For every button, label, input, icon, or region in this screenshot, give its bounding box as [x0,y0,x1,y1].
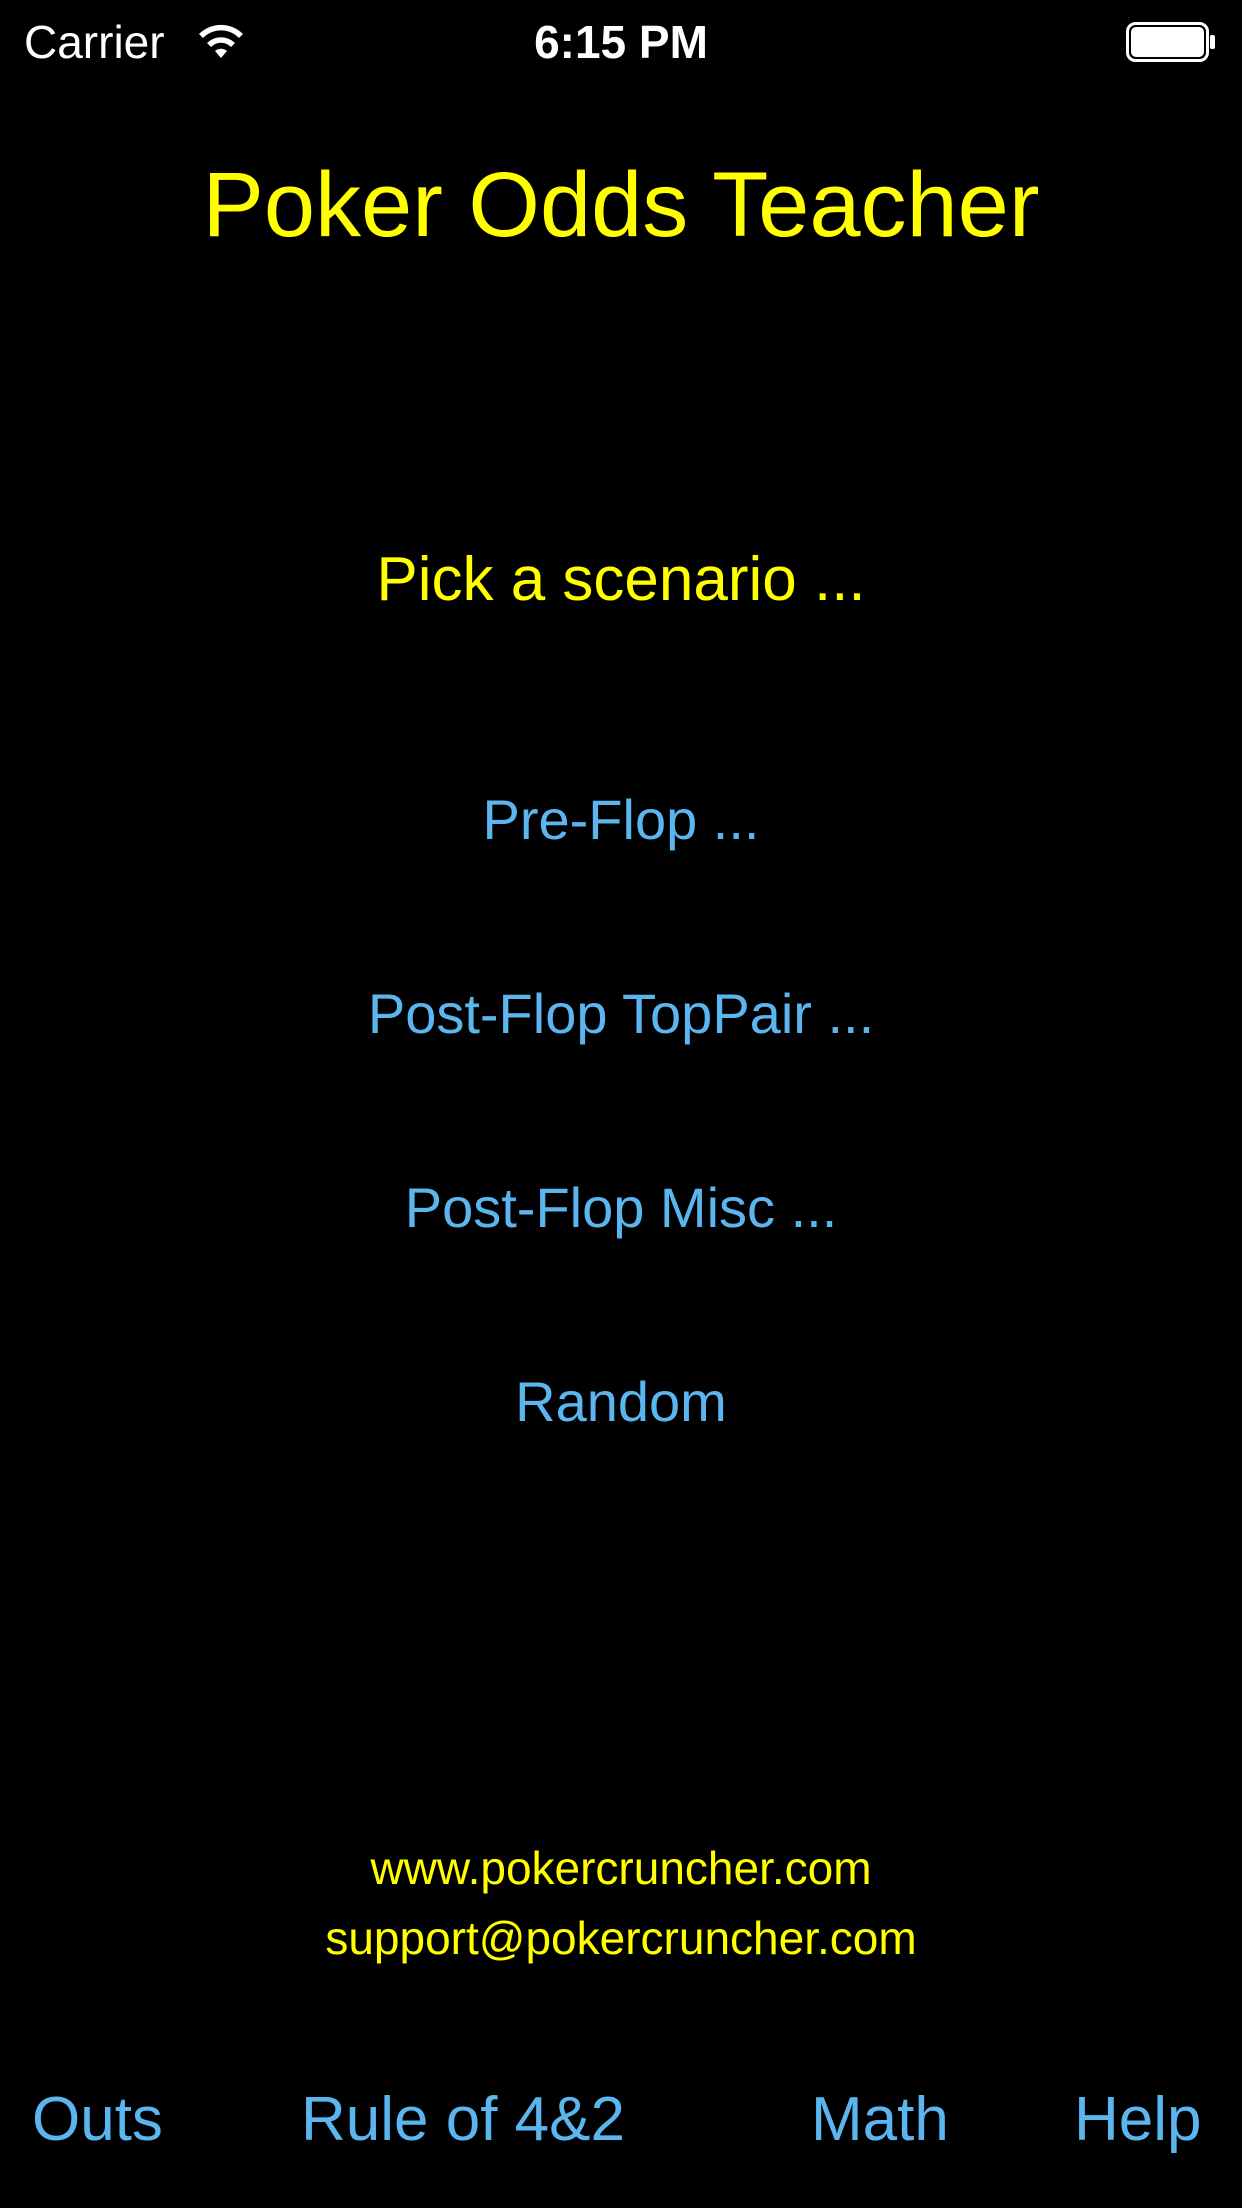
website-text: www.pokercruncher.com [370,1842,872,1894]
scenario-prompt: Pick a scenario ... [376,545,866,614]
app-title: Poker Odds Teacher [202,154,1040,256]
nav-help-button[interactable]: Help [1074,2080,1202,2160]
status-time: 6:15 PM [534,16,708,68]
nav-math-button[interactable]: Math [811,2080,949,2160]
support-email-text: support@pokercruncher.com [325,1912,917,1964]
scenario-pre-flop-button[interactable]: Pre-Flop ... [0,785,1242,855]
status-bar: Carrier 6:15 PM [0,0,1242,84]
scenario-post-flop-toppair-button[interactable]: Post-Flop TopPair ... [0,979,1242,1049]
nav-rule-of-4-and-2-button[interactable]: Rule of 4&2 [301,2080,625,2160]
bottom-nav: Outs Rule of 4&2 Math Help [0,2080,1242,2160]
scenario-random-button[interactable]: Random [0,1367,1242,1437]
scenario-post-flop-misc-button[interactable]: Post-Flop Misc ... [0,1173,1242,1243]
nav-outs-button[interactable]: Outs [32,2080,163,2160]
battery-icon [1126,22,1215,62]
